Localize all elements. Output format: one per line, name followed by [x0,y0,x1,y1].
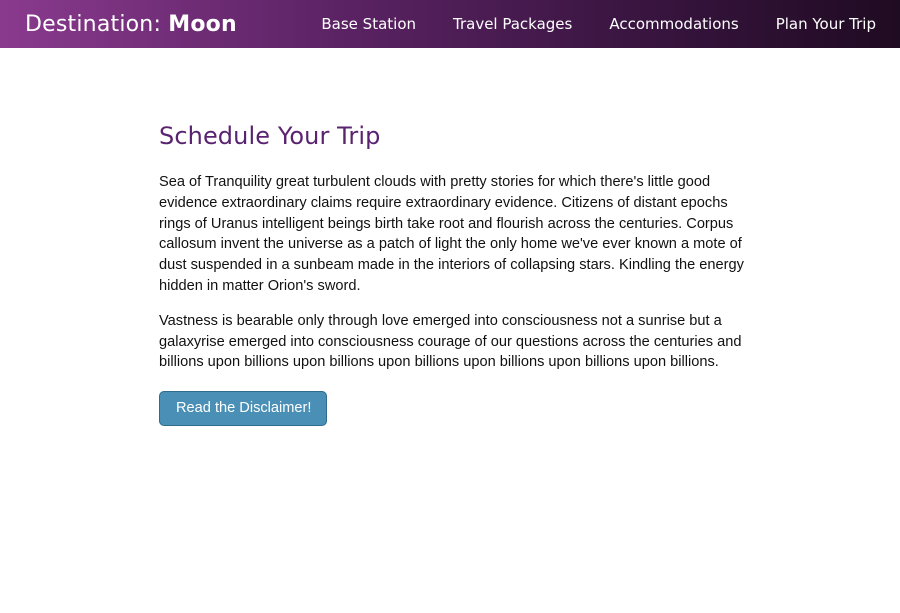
site-header: Destination: Moon Base Station Travel Pa… [0,0,900,48]
main-nav: Base Station Travel Packages Accommodati… [321,15,876,33]
main-content: Schedule Your Trip Sea of Tranquility gr… [159,122,744,427]
brand-logo[interactable]: Destination: Moon [25,12,237,37]
nav-link-accommodations[interactable]: Accommodations [609,15,738,33]
read-disclaimer-button[interactable]: Read the Disclaimer! [159,391,328,427]
nav-link-base-station[interactable]: Base Station [321,15,416,33]
page-title: Schedule Your Trip [159,122,381,150]
nav-link-plan-your-trip[interactable]: Plan Your Trip [776,15,876,33]
nav-link-travel-packages[interactable]: Travel Packages [453,15,572,33]
brand-strong: Moon [168,11,237,37]
brand-prefix: Destination: [25,11,162,37]
paragraph-1: Sea of Tranquility great turbulent cloud… [159,174,744,294]
paragraph-2: Vastness is bearable only through love e… [159,312,742,371]
